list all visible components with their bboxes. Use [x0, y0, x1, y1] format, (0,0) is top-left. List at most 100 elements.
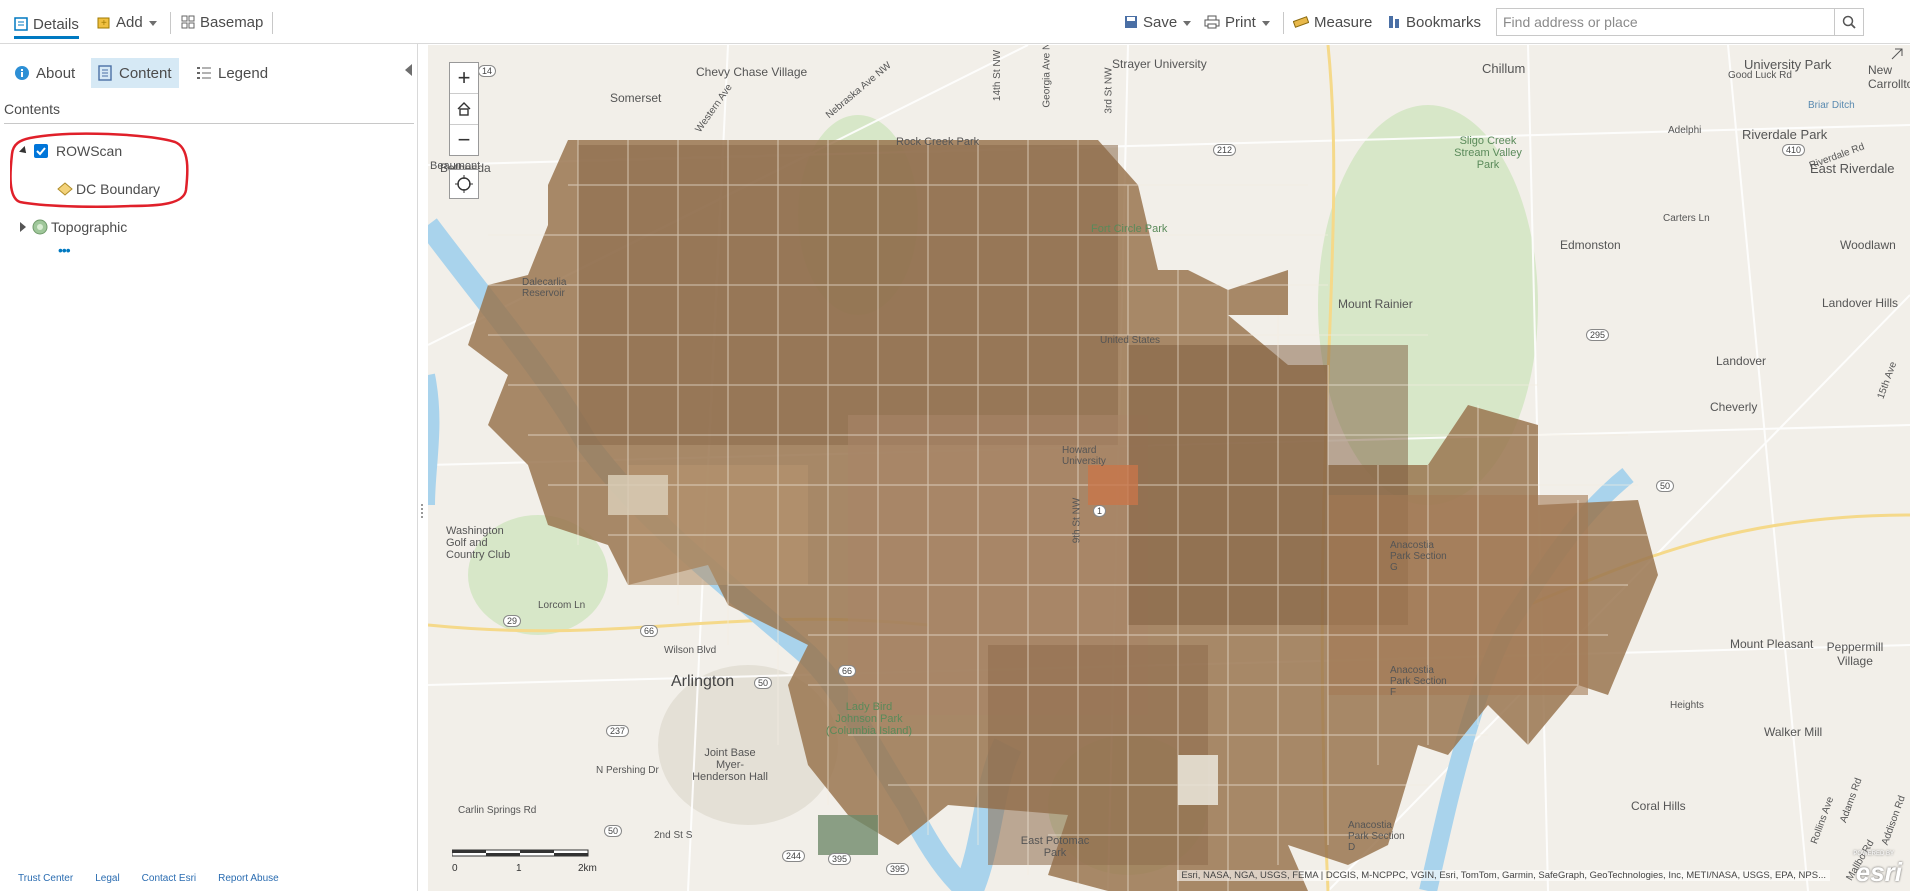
home-button[interactable]	[450, 94, 478, 125]
map-label: Fort Circle Park	[1091, 223, 1168, 235]
trust-center-link[interactable]: Trust Center	[18, 873, 73, 884]
measure-button[interactable]: Measure	[1293, 12, 1372, 32]
layer-name-topographic[interactable]: Topographic	[51, 219, 127, 235]
tab-about-label: About	[36, 64, 76, 82]
map-label: Walker Mill	[1764, 725, 1823, 739]
add-icon: +	[97, 17, 110, 29]
measure-ruler-icon	[1293, 16, 1309, 28]
add-label: Add	[116, 13, 143, 31]
tab-legend[interactable]: Legend	[190, 58, 274, 88]
map-label: Landover Hills	[1822, 296, 1899, 310]
map-label: Adelphi	[1668, 125, 1702, 136]
toolbar-divider	[170, 12, 171, 34]
details-button[interactable]: Details	[14, 12, 79, 39]
map-label: Strayer University	[1112, 57, 1207, 71]
panel-resize-handle[interactable]	[421, 504, 425, 518]
map-label: 14th St NW	[992, 49, 1004, 102]
contact-esri-link[interactable]: Contact Esri	[142, 873, 196, 884]
route-shield: 66	[838, 665, 857, 677]
layer-topographic: Topographic	[20, 219, 127, 235]
info-icon	[15, 66, 29, 80]
footer-links: Trust Center Legal Contact Esri Report A…	[18, 873, 301, 884]
home-icon	[457, 102, 471, 116]
basemap-button[interactable]: Basemap	[181, 12, 263, 32]
save-icon	[1125, 16, 1137, 28]
print-button[interactable]: Print	[1204, 12, 1270, 32]
route-shield: 237	[606, 725, 630, 737]
map-label: Chevy Chase Village	[696, 65, 808, 79]
map-label: Mount Pleasant	[1730, 637, 1814, 651]
bookmarks-button[interactable]: Bookmarks	[1387, 12, 1481, 32]
zoom-out-button[interactable]: −	[450, 125, 478, 155]
tab-about[interactable]: About	[8, 58, 81, 88]
map-label: Georgia Ave NW	[1041, 45, 1053, 108]
map-label: Chillum	[1482, 61, 1526, 76]
toolbar-divider	[1283, 12, 1284, 34]
zoom-in-button[interactable]: +	[450, 63, 478, 94]
tab-content[interactable]: Content	[91, 58, 179, 88]
locate-button[interactable]	[449, 169, 479, 199]
search-button[interactable]	[1834, 9, 1863, 35]
printer-icon	[1204, 15, 1220, 29]
expand-map-icon[interactable]	[1890, 47, 1904, 61]
details-icon	[14, 17, 28, 31]
chevron-down-icon	[1261, 20, 1270, 26]
contents-header: Contents	[4, 101, 414, 124]
map-label: Carters Ln	[1663, 213, 1710, 224]
map-label: Cheverly	[1710, 400, 1758, 414]
basemap-globe-icon	[32, 219, 48, 235]
map-label: Sligo Creek Stream Valley Park	[1454, 135, 1522, 171]
route-shield: 50	[604, 825, 623, 837]
left-panel: About Content Legend Contents ROWScan DC…	[0, 44, 423, 891]
map-label: Coral Hills	[1631, 799, 1686, 813]
route-shield: 66	[640, 625, 659, 637]
basemap-label: Basemap	[200, 13, 264, 31]
zoom-controls: + −	[449, 62, 479, 156]
map-label: Anacostia Park Section F	[1390, 665, 1447, 698]
locate-crosshair-icon	[455, 175, 473, 193]
expand-toggle-icon[interactable]	[20, 222, 26, 232]
map-label: New Carrollton	[1868, 63, 1910, 91]
scale-label: 1	[516, 863, 522, 874]
bookmarks-label: Bookmarks	[1406, 13, 1482, 31]
esri-logo[interactable]: esri	[1856, 857, 1902, 888]
scale-bar-graphic	[451, 849, 589, 857]
route-shield: 50	[754, 677, 773, 689]
save-label: Save	[1143, 13, 1178, 31]
map-label: N Pershing Dr	[596, 765, 659, 776]
scale-label: 2km	[578, 863, 597, 874]
more-options-icon[interactable]: •••	[58, 242, 71, 258]
save-button[interactable]: Save	[1124, 12, 1192, 32]
route-shield: 295	[1586, 329, 1610, 341]
content-list-icon	[98, 65, 112, 81]
add-button[interactable]: + Add	[97, 12, 157, 32]
map-label: East Potomac Park	[1020, 835, 1090, 859]
map-label: Woodlawn	[1840, 238, 1896, 252]
tab-content-label: Content	[119, 64, 172, 82]
map-label: Anacostia Park Section G	[1390, 540, 1447, 573]
map-label: Riverdale Park	[1742, 127, 1828, 142]
bookmark-icon	[1389, 16, 1399, 28]
map-label: Briar Ditch	[1808, 100, 1855, 111]
route-shield: 410	[1782, 144, 1806, 156]
svg-text:+: +	[101, 18, 107, 29]
report-abuse-link[interactable]: Report Abuse	[218, 873, 279, 884]
toolbar-divider	[272, 12, 273, 34]
search-input[interactable]	[1497, 9, 1827, 35]
route-shield: 14	[478, 65, 497, 77]
scale-bar: 0 1 2km	[451, 845, 597, 875]
legal-link[interactable]: Legal	[95, 873, 119, 884]
collapse-panel-icon[interactable]	[405, 64, 412, 76]
map-label: Landover	[1716, 354, 1767, 368]
legend-icon	[197, 67, 211, 79]
plus-icon: +	[457, 65, 471, 90]
route-shield: 244	[782, 850, 806, 862]
route-shield: 1	[1093, 505, 1107, 517]
search-icon	[1842, 15, 1856, 29]
route-shield: 29	[503, 615, 522, 627]
measure-label: Measure	[1314, 13, 1373, 31]
basemap-grid-icon	[181, 15, 195, 29]
map-label: Rock Creek Park	[896, 136, 980, 148]
map-label: Heights	[1670, 700, 1704, 711]
map-view[interactable]: Chevy Chase Village Somerset Strayer Uni…	[428, 45, 1910, 891]
